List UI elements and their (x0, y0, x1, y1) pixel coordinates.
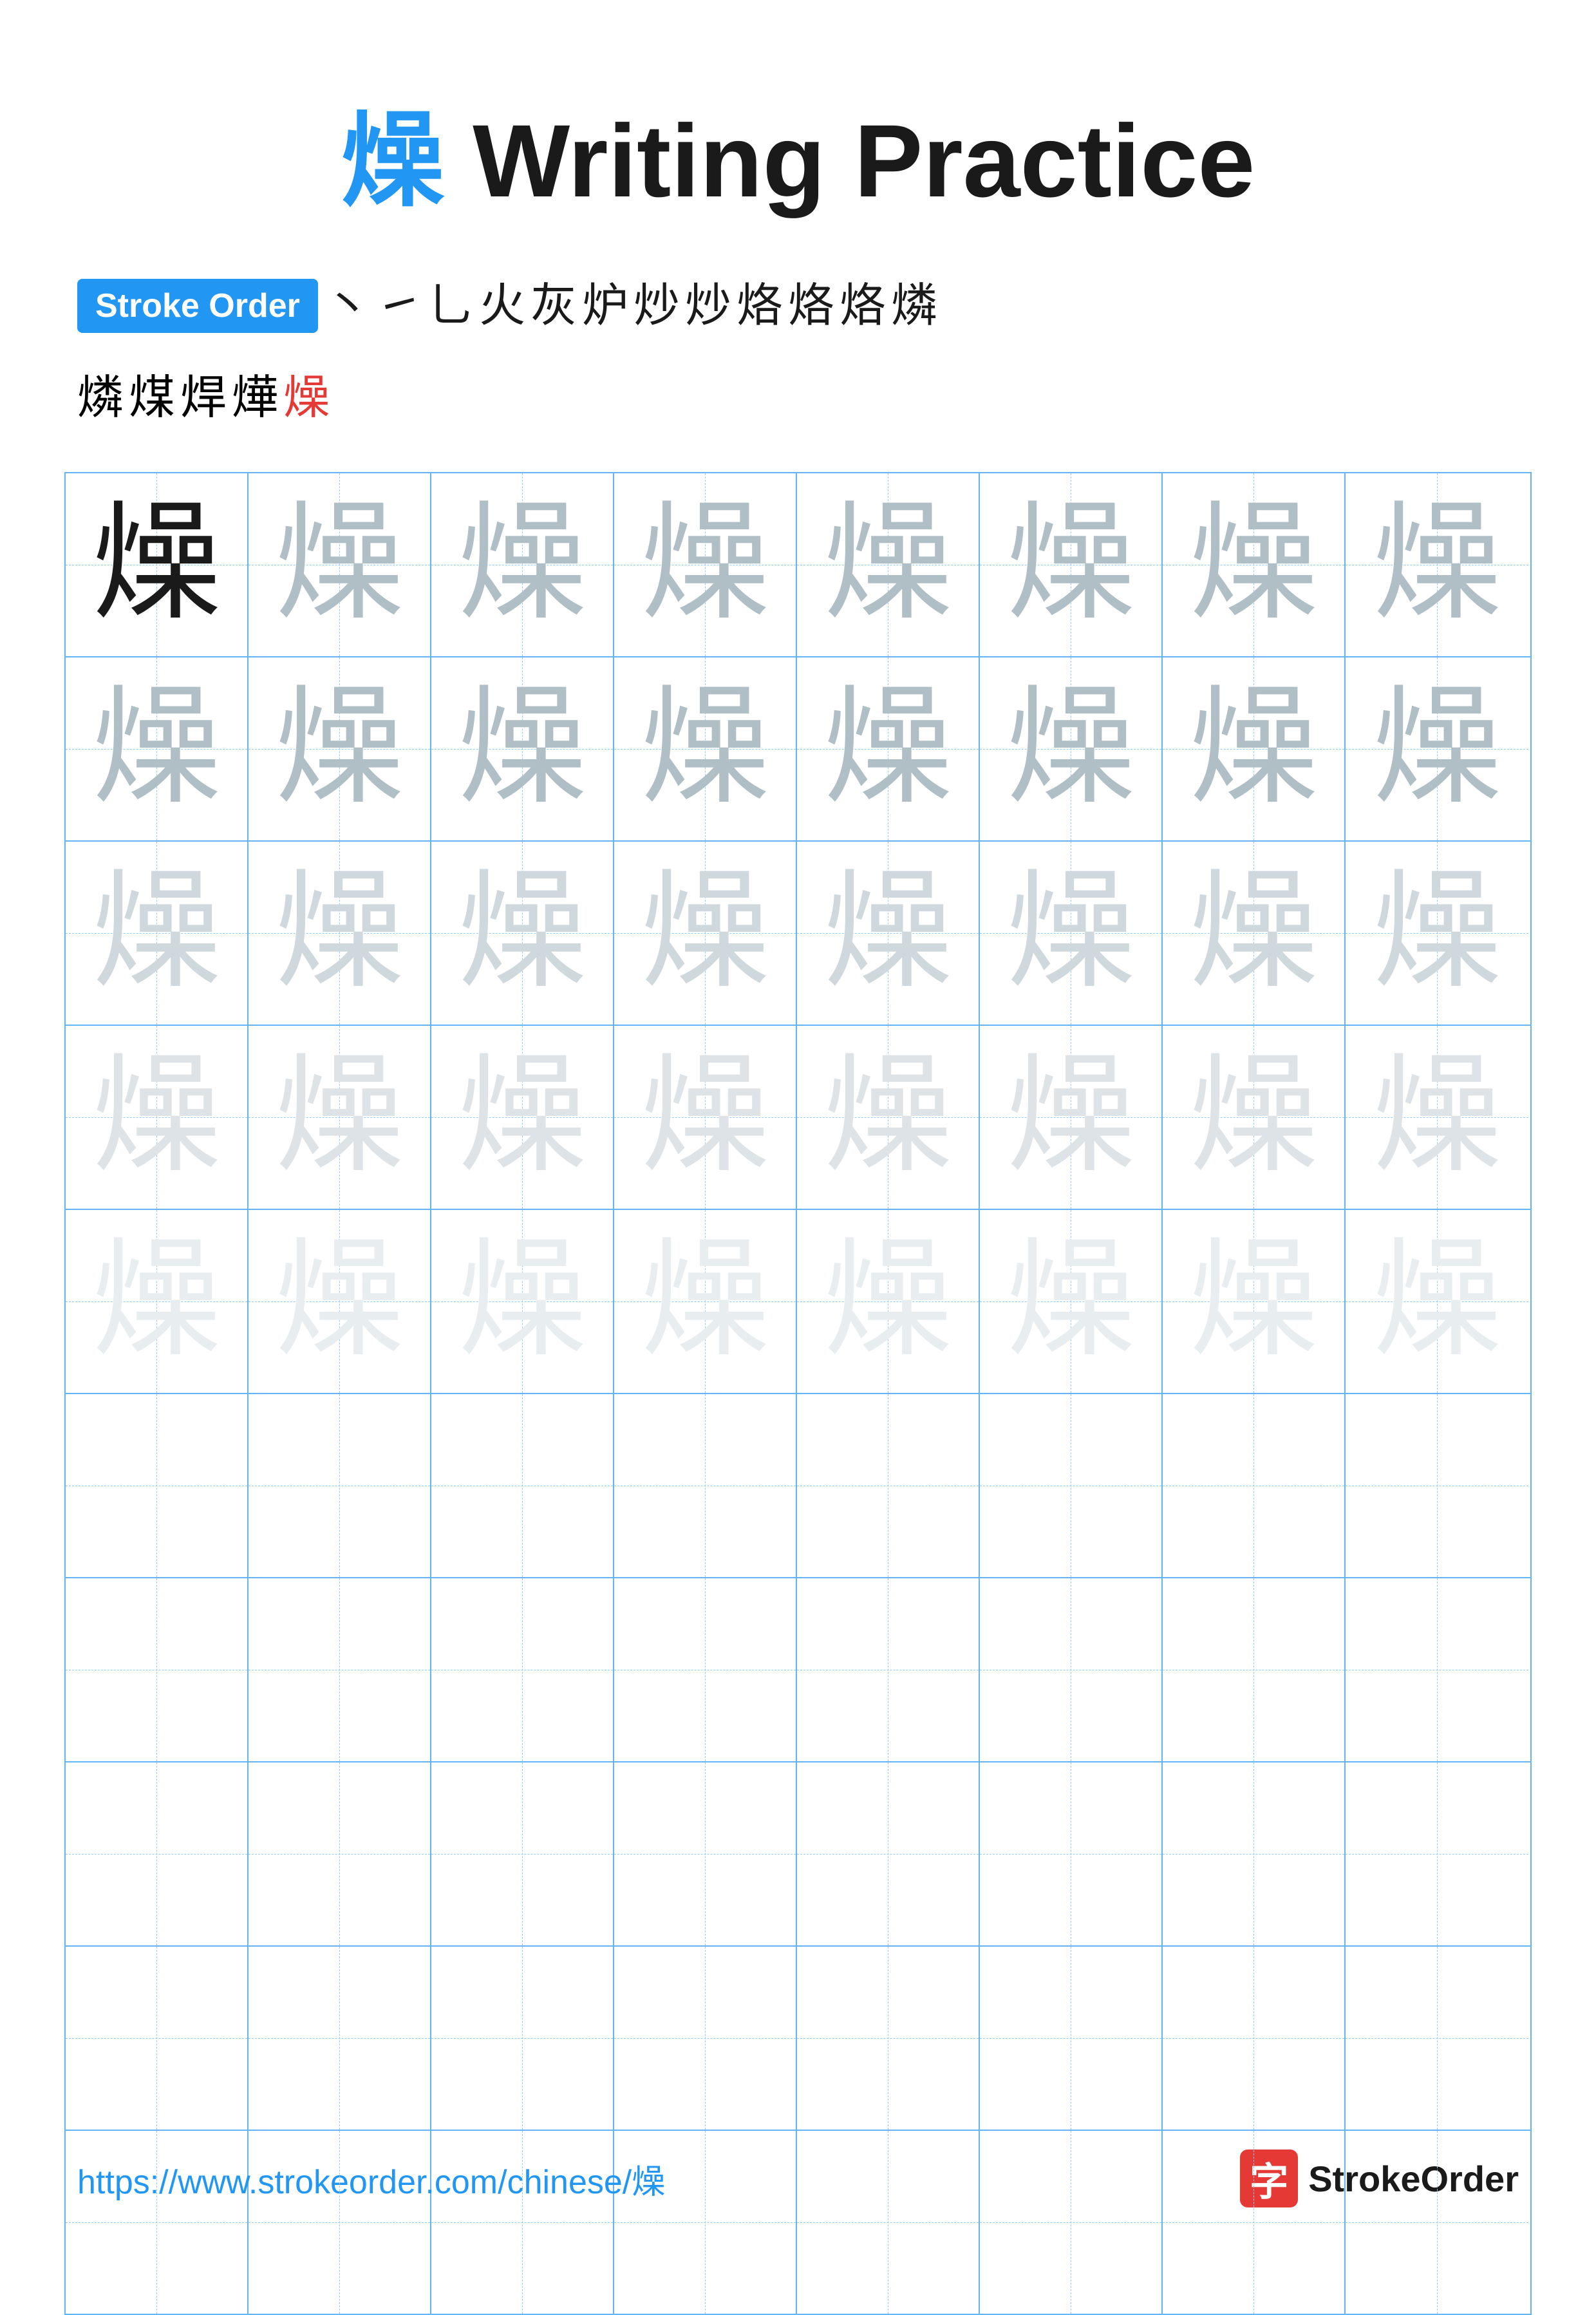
grid-cell: 燥 (797, 473, 980, 656)
grid-cell: 燥 (66, 1210, 249, 1393)
grid-cell (797, 1578, 980, 1761)
grid-cell: 燥 (249, 1210, 431, 1393)
grid-cell (431, 1762, 614, 1945)
grid-row: 燥 燥 燥 燥 燥 燥 燥 燥 (66, 657, 1530, 842)
grid-cell (614, 1578, 797, 1761)
grid-cell (66, 1762, 249, 1945)
page-title: 燥 Writing Practice (0, 0, 1596, 265)
grid-cell: 燥 (980, 657, 1163, 840)
grid-cell: 燥 (1163, 1210, 1346, 1393)
title-character: 燥 (341, 104, 444, 219)
grid-cell (1346, 1947, 1528, 2130)
grid-cell: 燥 (1163, 473, 1346, 656)
practice-grid: 燥 燥 燥 燥 燥 燥 燥 燥 燥 燥 燥 (64, 472, 1532, 2315)
grid-cell (614, 1762, 797, 1945)
grid-cell: 燥 (66, 842, 249, 1025)
grid-cell: 燥 (431, 473, 614, 656)
footer-logo-text: StrokeOrder (1308, 2158, 1519, 2200)
grid-cell: 燥 (1163, 1026, 1346, 1209)
grid-cell: 燥 (1346, 1026, 1528, 1209)
grid-cell: 燥 (797, 657, 980, 840)
grid-cell: 燥 (66, 1026, 249, 1209)
grid-cell (249, 1762, 431, 1945)
grid-cell: 燥 (980, 842, 1163, 1025)
grid-cell: 燥 (431, 1026, 614, 1209)
grid-cell: 燥 (1163, 657, 1346, 840)
grid-cell: 燥 (614, 1026, 797, 1209)
grid-cell (66, 1578, 249, 1761)
grid-cell: 燥 (1346, 473, 1528, 656)
stroke-order-badge: Stroke Order (77, 279, 318, 333)
title-text: Writing Practice (444, 103, 1255, 218)
grid-cell (1346, 1578, 1528, 1761)
footer: https://www.strokeorder.com/chinese/燥 字 … (0, 2150, 1596, 2207)
grid-cell (797, 1394, 980, 1577)
grid-cell: 燥 (980, 1026, 1163, 1209)
grid-cell (431, 1947, 614, 2130)
grid-cell: 燥 (614, 842, 797, 1025)
stroke-order-section: Stroke Order ⼂ ㇀ ⺃ 火 灰 炉 炒 炒 烙 烙 烙 燐 (0, 265, 1596, 359)
grid-cell: 燥 (431, 842, 614, 1025)
grid-row (66, 1394, 1530, 1578)
grid-cell (980, 1762, 1163, 1945)
grid-cell (980, 1394, 1163, 1577)
grid-cell: 燥 (797, 842, 980, 1025)
grid-cell: 燥 (797, 1210, 980, 1393)
stroke-sequence-line2: 燐 煤 焊 燁 燥 (0, 359, 1596, 459)
stroke-sequence-line1: ⼂ ㇀ ⺃ 火 灰 炉 炒 炒 烙 烙 烙 燐 (324, 278, 937, 334)
grid-cell (249, 1394, 431, 1577)
grid-cell (1163, 1578, 1346, 1761)
grid-cell: 燥 (66, 473, 249, 656)
grid-cell (1346, 1762, 1528, 1945)
grid-cell: 燥 (614, 657, 797, 840)
grid-row: 燥 燥 燥 燥 燥 燥 燥 燥 (66, 842, 1530, 1026)
footer-logo-icon: 字 (1240, 2150, 1298, 2207)
grid-row (66, 1947, 1530, 2131)
grid-cell: 燥 (980, 473, 1163, 656)
grid-cell (980, 1578, 1163, 1761)
grid-cell (431, 1394, 614, 1577)
grid-cell: 燥 (1346, 657, 1528, 840)
footer-logo: 字 StrokeOrder (1240, 2150, 1519, 2207)
grid-cell: 燥 (614, 1210, 797, 1393)
grid-cell (797, 1947, 980, 2130)
grid-cell (1163, 1394, 1346, 1577)
grid-cell: 燥 (249, 657, 431, 840)
grid-row: 燥 燥 燥 燥 燥 燥 燥 燥 (66, 473, 1530, 657)
grid-cell: 燥 (431, 1210, 614, 1393)
grid-cell (1346, 1394, 1528, 1577)
grid-cell (66, 1947, 249, 2130)
grid-cell (66, 1394, 249, 1577)
grid-row: 燥 燥 燥 燥 燥 燥 燥 燥 (66, 1026, 1530, 1210)
grid-cell: 燥 (614, 473, 797, 656)
grid-cell (431, 1578, 614, 1761)
grid-cell (249, 1578, 431, 1761)
grid-cell: 燥 (66, 657, 249, 840)
grid-cell: 燥 (431, 657, 614, 840)
grid-cell (249, 1947, 431, 2130)
grid-cell: 燥 (797, 1026, 980, 1209)
grid-row (66, 1578, 1530, 1762)
grid-cell (614, 1394, 797, 1577)
grid-cell: 燥 (1346, 842, 1528, 1025)
grid-cell (797, 1762, 980, 1945)
grid-cell (1163, 1762, 1346, 1945)
grid-cell: 燥 (249, 842, 431, 1025)
grid-cell: 燥 (1346, 1210, 1528, 1393)
grid-cell (614, 1947, 797, 2130)
grid-row: 燥 燥 燥 燥 燥 燥 燥 燥 (66, 1210, 1530, 1394)
grid-cell: 燥 (1163, 842, 1346, 1025)
grid-cell (1163, 1947, 1346, 2130)
grid-cell: 燥 (980, 1210, 1163, 1393)
grid-cell: 燥 (249, 473, 431, 656)
grid-row (66, 1762, 1530, 1947)
footer-url: https://www.strokeorder.com/chinese/燥 (77, 2155, 665, 2203)
grid-cell: 燥 (249, 1026, 431, 1209)
grid-cell (980, 1947, 1163, 2130)
